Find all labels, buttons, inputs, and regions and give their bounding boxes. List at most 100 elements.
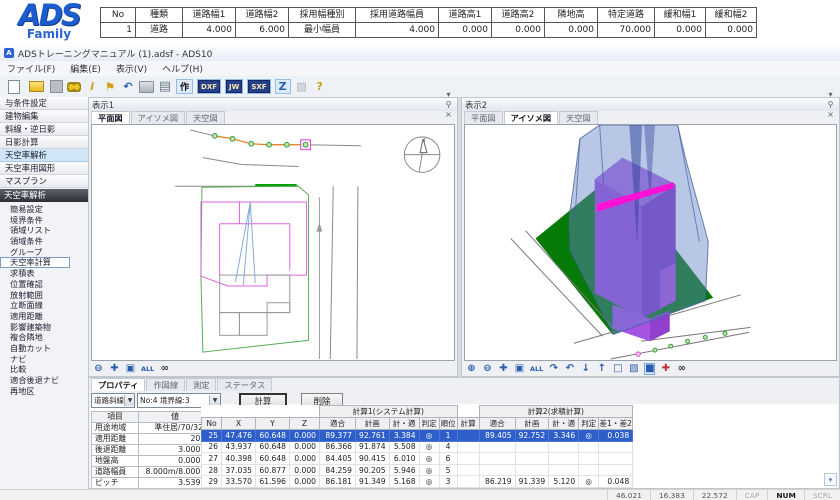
pan-icon[interactable]: ✚ [109, 363, 120, 375]
sidebar-main-item[interactable]: 天空率解析 [0, 149, 88, 162]
result-row[interactable]: 2933.57061.5960.00086.18191.3495.168◎386… [202, 476, 633, 488]
wire-cube-icon[interactable]: □ [612, 363, 623, 375]
open-folder-icon[interactable] [29, 81, 44, 92]
undo-icon[interactable]: ↶ [121, 79, 135, 94]
sidebar-main-item[interactable]: 建物編集 [0, 110, 88, 123]
disabled-icon[interactable]: ▨ [295, 79, 309, 94]
plan-view-canvas[interactable] [91, 124, 455, 361]
top-strip: ADS Family No種類道路幅1道路幅2採用幅種別採用道路幅員道路高1道路… [0, 0, 840, 45]
zoom-icon[interactable]: ⊖ [93, 363, 104, 375]
sidebar-sub-item[interactable]: 求積表 [0, 268, 88, 279]
menu-item[interactable]: ヘルプ(H) [162, 62, 203, 75]
help-icon[interactable]: ? [313, 79, 327, 94]
result-row[interactable]: 2837.03560.8770.00084.25990.2055.946◎5 [202, 464, 633, 476]
fit-all-button[interactable]: ALL [141, 363, 154, 375]
solid-cube-icon[interactable]: ■ [644, 363, 655, 375]
flag-icon[interactable]: ⚑ [103, 79, 117, 94]
sidebar-main-item[interactable]: 斜線・逆日影 [0, 123, 88, 136]
bottom-panel-tab[interactable]: プロパティ [91, 378, 145, 391]
sidebar-sub-item[interactable]: 立断面線 [0, 300, 88, 311]
bottom-panel-tabs: プロパティ作図線測定ステータス [91, 378, 273, 391]
result-row[interactable]: 2740.39860.6480.00084.40590.4156.010◎6 [202, 453, 633, 465]
sidebar-main-item[interactable]: 天空率用図形 [0, 162, 88, 175]
sxf-button[interactable]: SXF [247, 79, 270, 94]
sidebar-sub-item[interactable]: 領域条件 [0, 236, 88, 247]
property-table: 項目値用途地域準住居/70/320適用距離20m後退距離3.000m地盤高0.0… [91, 411, 212, 489]
view2-header: 表示2 ▾⚲× [462, 98, 839, 111]
sidebar-sub-item[interactable]: 比較 [0, 364, 88, 375]
zoom-window-icon[interactable]: ▣ [125, 363, 136, 375]
view-tab[interactable]: アイソメ図 [131, 111, 186, 124]
arrow-up-icon[interactable]: ↑ [596, 363, 607, 375]
result-row[interactable]: 2643.93760.6480.00086.36691.8745.508◎4 [202, 441, 633, 453]
collapse-button[interactable]: ▾ [825, 90, 836, 100]
bottom-panel-tab[interactable]: 作図線 [146, 378, 185, 391]
view1-toolbar: ⊖ ✚ ▣ ALL ∞ [89, 362, 457, 375]
view-icon[interactable]: ∞ [159, 363, 170, 375]
chevron-down-icon[interactable]: ▼ [124, 395, 135, 406]
sidebar-main-item[interactable]: 日影計算 [0, 136, 88, 149]
sidebar-main-item[interactable]: 与条件設定 [0, 97, 88, 110]
zoom-window-icon[interactable]: ▣ [514, 363, 525, 375]
dxf-button[interactable]: DXF [197, 79, 221, 94]
sidebar-sub-item[interactable]: ナビ [0, 354, 88, 365]
view-tab[interactable]: アイソメ図 [504, 111, 559, 124]
collapse-button[interactable]: ▾ [443, 90, 454, 100]
pan-icon[interactable]: ✚ [498, 363, 509, 375]
view1-header-buttons: ▾⚲× [441, 90, 454, 120]
menu-item[interactable]: 表示(V) [116, 62, 147, 75]
binoculars-icon[interactable] [67, 82, 81, 92]
bottom-panel-tab[interactable]: 測定 [186, 378, 216, 391]
fit-all-button[interactable]: ALL [530, 363, 543, 375]
view-tab[interactable]: 平面図 [464, 111, 503, 124]
sidebar-sub-item[interactable]: 位置確認 [0, 279, 88, 290]
sidebar-sub-item[interactable]: 適用距離 [0, 311, 88, 322]
saku-button[interactable]: 作 [176, 79, 193, 94]
sidebar-sub-item[interactable]: 簡易設定 [0, 204, 88, 215]
orbit-icon[interactable]: ✚ [660, 363, 671, 375]
z-button[interactable]: Z [275, 79, 291, 94]
pin-button[interactable]: ⚲ [825, 100, 836, 110]
calc1-group-header: 計算1(システム計算) [320, 406, 458, 418]
sidebar-main-item[interactable]: マスプラン [0, 175, 88, 188]
sidebar-sub-item[interactable]: 適合後退ナビ [0, 375, 88, 386]
sidebar-sub-item[interactable]: 天空率計算 [0, 257, 70, 268]
close-button[interactable]: × [443, 110, 454, 120]
scroll-down-button[interactable]: ▾ [824, 473, 837, 486]
print-icon[interactable] [139, 81, 154, 93]
close-button[interactable]: × [825, 110, 836, 120]
sidebar-sub-item[interactable]: 複合隣地 [0, 332, 88, 343]
sidebar-sub-item[interactable]: 放射範囲 [0, 290, 88, 301]
view-tab[interactable]: 平面図 [91, 111, 130, 124]
form-icon[interactable]: ▤ [158, 79, 172, 94]
rotate-ccw-icon[interactable]: ↶ [564, 363, 575, 375]
road-col-header: 特定道路 [598, 8, 655, 23]
bottom-panel: プロパティ作図線測定ステータス 道路斜線 ▼ No:4 境界線:3 ▼ 計算 削… [88, 377, 840, 489]
shaded-cube-icon[interactable]: ▧ [628, 363, 639, 375]
zoom-out-icon[interactable]: ⊖ [482, 363, 493, 375]
view-tab[interactable]: 天空図 [186, 111, 225, 124]
sidebar-sub-item[interactable]: 再地区 [0, 386, 88, 397]
view-icon[interactable]: ∞ [676, 363, 687, 375]
sidebar-sub-item[interactable]: 領域リスト [0, 225, 88, 236]
save-icon[interactable] [50, 80, 63, 93]
jw-button[interactable]: JW [225, 79, 243, 94]
arrow-down-icon[interactable]: ↓ [580, 363, 591, 375]
target-line-select[interactable]: 道路斜線 ▼ [91, 393, 135, 408]
menu-item[interactable]: 編集(E) [70, 62, 101, 75]
rotate-cw-icon[interactable]: ↷ [548, 363, 559, 375]
bottom-panel-tab[interactable]: ステータス [217, 378, 272, 391]
new-file-icon[interactable] [8, 80, 20, 94]
zoom-in-icon[interactable]: ⊕ [466, 363, 477, 375]
sidebar-sub-item[interactable]: 境界条件 [0, 215, 88, 226]
info-icon[interactable]: i [85, 79, 99, 94]
isometric-view-canvas[interactable] [464, 124, 837, 361]
sidebar-sub-item[interactable]: 影響建築物 [0, 322, 88, 333]
sidebar-sub-item[interactable]: 自動カット [0, 343, 88, 354]
menu-item[interactable]: ファイル(F) [7, 62, 55, 75]
road-table-row: 1道路4.0006.000最小幅員4.0000.0000.0000.00070.… [101, 23, 757, 38]
view-tab[interactable]: 天空図 [559, 111, 598, 124]
result-row[interactable]: 2547.47660.6480.00089.37792.7613.384◎189… [202, 430, 633, 442]
sidebar-sub-item[interactable]: グループ [0, 247, 88, 258]
pin-button[interactable]: ⚲ [443, 100, 454, 110]
